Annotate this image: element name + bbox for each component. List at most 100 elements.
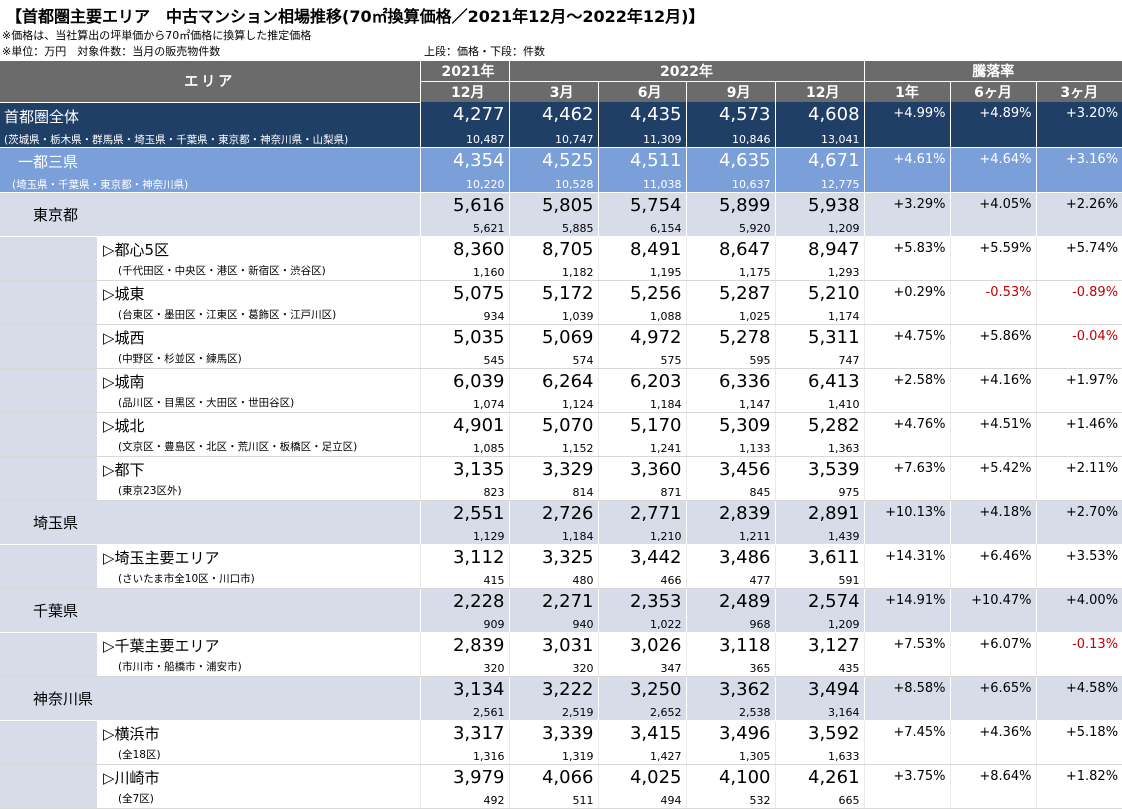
area-name: ▷都心5区	[103, 240, 170, 259]
price-cell: 4,025 494	[597, 764, 686, 809]
listing-count: 10,220	[466, 177, 505, 191]
price-value: 4,635	[718, 149, 771, 171]
price-cell: 3,031 320	[508, 632, 598, 677]
page-title: 【首都圏主要エリア 中古マンション相場推移(70㎡換算価格／2021年12月～2…	[6, 7, 705, 26]
price-value: 2,271	[541, 590, 594, 612]
price-value: 8,647	[718, 238, 771, 260]
price-value: 5,938	[808, 194, 860, 216]
price-value: 3,486	[718, 546, 771, 568]
listing-count: 3,164	[828, 705, 860, 719]
area-cell: ▷城北 (文京区・豊島区・北区・荒川区・板橋区・足立区)	[0, 412, 420, 457]
listing-count: 1,175	[739, 265, 771, 279]
area-description: (文京区・豊島区・北区・荒川区・板橋区・足立区)	[118, 440, 358, 453]
listing-count: 1,319	[562, 749, 594, 763]
price-value: 3,362	[718, 678, 771, 700]
price-cell: 5,256 1,088	[597, 280, 686, 325]
change-rate-cell: +3.75%	[863, 764, 951, 809]
listing-count: 10,637	[732, 177, 771, 191]
change-rate-cell: +3.53%	[1035, 544, 1122, 589]
price-value: 8,947	[808, 238, 860, 260]
listing-count: 1,427	[650, 749, 682, 763]
area-cell: 千葉県	[0, 588, 420, 633]
listing-count: 10,747	[555, 132, 594, 146]
header-month-2022-03: 3月	[508, 81, 598, 102]
change-rate-value: -0.04%	[1072, 328, 1119, 344]
price-value: 2,489	[718, 590, 771, 612]
price-value: 5,309	[718, 414, 771, 436]
price-value: 3,979	[452, 766, 505, 788]
price-value: 5,172	[541, 282, 594, 304]
listing-count: 415	[483, 573, 505, 587]
change-rate-value: +5.83%	[893, 240, 946, 256]
price-cell: 2,271 940	[508, 588, 598, 633]
listing-count: 11,309	[643, 132, 682, 146]
price-value: 3,494	[808, 678, 860, 700]
price-cell: 3,026 347	[597, 632, 686, 677]
price-cell: 5,899 5,920	[685, 192, 775, 237]
listing-count: 1,074	[473, 397, 505, 411]
price-value: 6,336	[718, 370, 771, 392]
change-rate-value: +0.29%	[893, 284, 946, 300]
price-cell: 3,592 1,633	[774, 720, 865, 765]
price-value: 3,325	[541, 546, 594, 568]
change-rate-value: +1.46%	[1065, 416, 1119, 432]
change-rate-value: +2.58%	[893, 372, 946, 388]
change-rate-cell: +10.13%	[863, 500, 951, 545]
note-price-basis: ※価格は、当社算出の坪単価から70㎡価格に換算した推定価格	[2, 29, 312, 42]
change-rate-cell: +4.16%	[949, 368, 1037, 413]
price-cell: 2,839 1,211	[685, 500, 775, 545]
header-change-1y: 1年	[863, 81, 951, 102]
area-name: 首都圏全体	[4, 107, 80, 126]
note-units: ※単位：万円 対象件数：当月の販売物件数	[2, 45, 221, 58]
header-change-3m: 3ヶ月	[1035, 81, 1122, 102]
change-rate-value: +4.51%	[979, 416, 1032, 432]
listing-count: 466	[660, 573, 682, 587]
price-cell: 2,228 909	[419, 588, 509, 633]
area-cell: ▷横浜市 (全18区)	[0, 720, 420, 765]
price-cell: 2,839 320	[419, 632, 509, 677]
price-cell: 5,938 1,209	[774, 192, 865, 237]
price-cell: 4,972 575	[597, 324, 686, 369]
price-cell: 5,278 595	[685, 324, 775, 369]
price-cell: 3,442 466	[597, 544, 686, 589]
area-name: ▷城西	[103, 328, 145, 347]
change-rate-cell: -0.89%	[1035, 280, 1122, 325]
price-cell: 5,075 934	[419, 280, 509, 325]
table-row: ▷横浜市 (全18区) 3,317 1,316 3,339 1,319 3,415 1,427…	[0, 720, 1122, 765]
header-year-2022: 2022年	[508, 61, 865, 82]
listing-count: 1,025	[739, 309, 771, 323]
price-cell: 5,287 1,025	[685, 280, 775, 325]
price-cell: 5,035 545	[419, 324, 509, 369]
listing-count: 595	[749, 353, 771, 367]
change-rate-value: +2.26%	[1065, 196, 1119, 212]
change-rate-value: +2.11%	[1065, 460, 1119, 476]
price-cell: 4,435 11,309	[597, 102, 686, 148]
listing-count: 347	[660, 661, 682, 675]
change-rate-value: +3.75%	[893, 768, 946, 784]
change-rate-cell: +2.58%	[863, 368, 951, 413]
price-value: 5,311	[808, 326, 860, 348]
change-rate-cell: +6.65%	[949, 676, 1037, 721]
area-cell: 神奈川県	[0, 676, 420, 721]
price-value: 8,705	[541, 238, 594, 260]
price-cell: 3,415 1,427	[597, 720, 686, 765]
price-cell: 3,325 480	[508, 544, 598, 589]
price-value: 5,170	[629, 414, 682, 436]
price-cell: 3,362 2,538	[685, 676, 775, 721]
area-cell: ▷城南 (品川区・目黒区・大田区・世田谷区)	[0, 368, 420, 413]
price-value: 3,222	[541, 678, 594, 700]
listing-count: 2,652	[650, 705, 682, 719]
price-value: 3,539	[808, 458, 860, 480]
price-value: 2,228	[452, 590, 505, 612]
table-row: 埼玉県 2,551 1,129 2,726 1,184 2,771 1,210 2,839 1,…	[0, 500, 1122, 545]
price-value: 3,329	[541, 458, 594, 480]
table-row: ▷都下 (東京23区外) 3,135 823 3,329 814 3,360 871 3,456…	[0, 456, 1122, 501]
area-description: (台東区・墨田区・江東区・葛飾区・江戸川区)	[118, 308, 337, 321]
listing-count: 665	[838, 793, 860, 807]
price-cell: 3,222 2,519	[508, 676, 598, 721]
change-rate-value: +8.64%	[979, 768, 1032, 784]
listing-count: 1,209	[828, 221, 860, 235]
change-rate-cell: +0.29%	[863, 280, 951, 325]
price-value: 3,112	[452, 546, 505, 568]
price-value: 4,261	[808, 766, 860, 788]
